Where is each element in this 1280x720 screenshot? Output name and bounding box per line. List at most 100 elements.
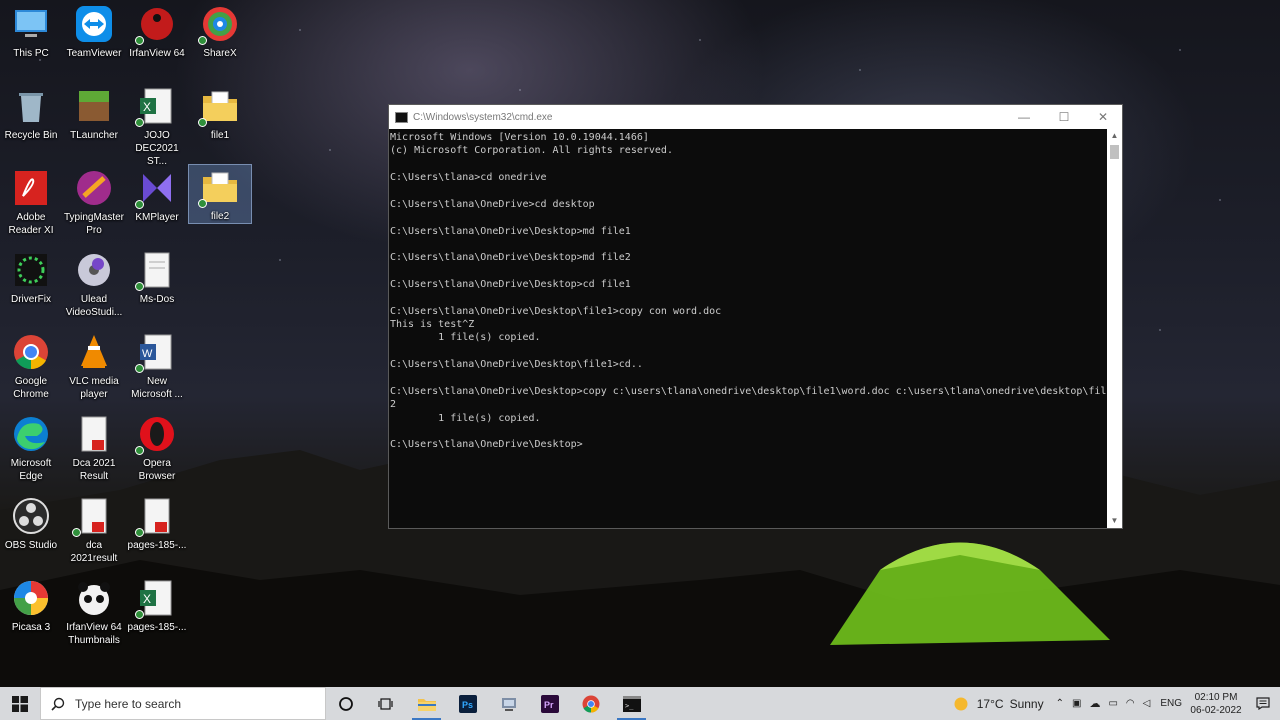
desktop-icon-label: JOJO DEC2021 ST... <box>135 130 179 167</box>
desktop-icon-kmplayer[interactable]: KMPlayer <box>126 166 188 246</box>
speaker-volume-icon[interactable]: ◁ <box>1143 698 1151 709</box>
sharex-icon <box>198 4 240 45</box>
wifi-icon[interactable]: ◠ <box>1126 698 1135 709</box>
maximize-button[interactable]: ☐ <box>1044 105 1084 129</box>
scroll-thumb[interactable] <box>1110 145 1119 159</box>
language-indicator[interactable]: ENG <box>1160 698 1182 709</box>
file2-icon <box>198 167 240 208</box>
obs-studio-icon <box>11 496 51 536</box>
folder-icon <box>417 698 436 711</box>
desktop-icon-new-microsoft[interactable]: W New Microsoft ... <box>126 330 188 410</box>
desktop-icon-ms-dos[interactable]: Ms-Dos <box>126 248 188 328</box>
desktop-icon-file1[interactable]: file1 <box>189 84 251 164</box>
scroll-up-arrow-icon[interactable]: ▲ <box>1107 129 1122 143</box>
taskbar-command-prompt[interactable]: >_ <box>611 687 652 720</box>
desktop-icon-label: New Microsoft ... <box>131 376 183 400</box>
console-output[interactable]: Microsoft Windows [Version 10.0.19044.14… <box>389 129 1112 528</box>
desktop-icon-label: TypingMaster Pro <box>63 212 125 236</box>
taskbar-chrome[interactable] <box>570 687 611 720</box>
desktop-icon-dca-2021result[interactable]: dca 2021result <box>63 494 125 574</box>
desktop-icon-label: dca 2021result <box>70 540 118 564</box>
desktop-icon-recycle-bin[interactable]: Recycle Bin <box>0 84 62 164</box>
vlc-media-player-icon <box>74 332 114 372</box>
desktop-icon-obs-studio[interactable]: OBS Studio <box>0 494 62 574</box>
system-tray: 17°C Sunny ⌃ ▣ ☁ ▭ ◠ ◁ ENG 02:10 PM 06-0… <box>953 687 1280 720</box>
cortana-button[interactable] <box>326 687 366 720</box>
minimize-button[interactable]: — <box>1004 105 1044 129</box>
desktop-icon-this-pc[interactable]: This PC <box>0 2 62 82</box>
desktop-icon-jojo-dec2021[interactable]: X JOJO DEC2021 ST... <box>126 84 188 167</box>
desktop-icon-typingmaster-pro[interactable]: TypingMaster Pro <box>63 166 125 246</box>
cmd-window[interactable]: C:\Windows\system32\cmd.exe — ☐ ✕ Micros… <box>388 104 1123 529</box>
taskbar-photoshop[interactable]: Ps <box>447 687 488 720</box>
sync-check-icon <box>198 36 207 45</box>
desktop-icon-teamviewer[interactable]: TeamViewer <box>63 2 125 82</box>
desktop-icon-picasa-3[interactable]: Picasa 3 <box>0 576 62 656</box>
photoshop-icon: Ps <box>458 694 477 713</box>
search-box[interactable]: Type here to search <box>40 687 326 720</box>
sync-check-icon <box>135 446 144 455</box>
sync-check-icon <box>135 118 144 127</box>
desktop-icon-opera-browser[interactable]: Opera Browser <box>126 412 188 492</box>
start-button[interactable] <box>0 687 40 720</box>
notification-center-button[interactable] <box>1246 697 1280 710</box>
desktop-icon-sharex[interactable]: ShareX <box>189 2 251 82</box>
battery-icon[interactable]: ▭ <box>1108 698 1117 709</box>
svg-text:X: X <box>143 100 151 114</box>
desktop-icon-irfanview-64-thumbnails[interactable]: IrfanView 64 Thumbnails <box>63 576 125 656</box>
taskbar-premiere[interactable]: Pr <box>529 687 570 720</box>
svg-text:W: W <box>142 348 153 360</box>
typingmaster-pro-icon <box>74 168 114 208</box>
search-icon <box>51 697 65 711</box>
desktop-icon-adobe-reader[interactable]: Adobe Reader XI <box>0 166 62 246</box>
task-view-icon <box>378 697 393 710</box>
meet-now-icon[interactable]: ▣ <box>1072 698 1081 709</box>
taskbar-clock[interactable]: 02:10 PM 06-02-2022 <box>1186 691 1246 717</box>
desktop-icon-dca-2021-result[interactable]: Dca 2021 Result <box>63 412 125 492</box>
driverfix-icon <box>11 250 51 290</box>
microsoft-edge-icon <box>11 414 51 454</box>
desktop-icon-label: ShareX <box>203 48 237 59</box>
chrome-icon <box>582 695 599 713</box>
sun-weather-icon[interactable] <box>953 696 969 712</box>
ulead-videostudio-icon <box>74 250 114 290</box>
irfanview-64-thumbnails-icon <box>74 578 114 618</box>
desktop-icon-label: pages-185-... <box>127 622 187 633</box>
desktop-icon-ulead-videostudio[interactable]: Ulead VideoStudi... <box>63 248 125 328</box>
close-button[interactable]: ✕ <box>1083 105 1123 129</box>
desktop-icon-driverfix[interactable]: DriverFix <box>0 248 62 328</box>
cmd-titlebar[interactable]: C:\Windows\system32\cmd.exe — ☐ ✕ <box>389 105 1122 129</box>
console-scrollbar[interactable]: ▲ ▼ <box>1107 129 1122 528</box>
sync-check-icon <box>135 364 144 373</box>
weather-temperature[interactable]: 17°C <box>977 697 1004 711</box>
desktop-icon-file2[interactable]: file2 <box>188 164 252 224</box>
onedrive-cloud-icon[interactable]: ☁ <box>1089 697 1100 710</box>
cmd-app-icon <box>395 111 408 123</box>
desktop-icon-google-chrome[interactable]: Google Chrome <box>0 330 62 410</box>
desktop-icon-irfanview-64[interactable]: IrfanView 64 <box>126 2 188 82</box>
desktop-icon-label: VLC media player <box>69 376 119 400</box>
desktop-icon-microsoft-edge[interactable]: Microsoft Edge <box>0 412 62 492</box>
svg-text:X: X <box>143 592 151 606</box>
chevron-up-icon[interactable]: ⌃ <box>1056 698 1064 709</box>
sync-check-icon <box>135 200 144 209</box>
desktop-icon-pages-185-a[interactable]: pages-185-... <box>126 494 188 574</box>
windows-logo-icon <box>12 695 28 712</box>
file1-icon <box>198 86 240 127</box>
notification-icon <box>1256 697 1270 710</box>
desktop-icon-pages-185-b[interactable]: Xpages-185-... <box>126 576 188 656</box>
jojo-dec2021-icon: X <box>135 86 177 127</box>
scroll-down-arrow-icon[interactable]: ▼ <box>1107 514 1122 528</box>
desktop-icon-label: Dca 2021 Result <box>72 458 116 482</box>
adobe-reader-icon <box>11 168 51 208</box>
weather-description[interactable]: Sunny <box>1010 697 1044 711</box>
premiere-icon: Pr <box>540 694 559 713</box>
desktop-icon-tlauncher[interactable]: TLauncher <box>63 84 125 164</box>
clock-date: 06-02-2022 <box>1190 704 1242 716</box>
task-view-button[interactable] <box>366 687 406 720</box>
taskbar-network-tool[interactable] <box>488 687 529 720</box>
desktop-icon-label: TLauncher <box>70 130 118 141</box>
taskbar-file-explorer[interactable] <box>406 687 447 720</box>
desktop-icon-vlc-media-player[interactable]: VLC media player <box>63 330 125 410</box>
google-chrome-icon <box>11 332 51 372</box>
